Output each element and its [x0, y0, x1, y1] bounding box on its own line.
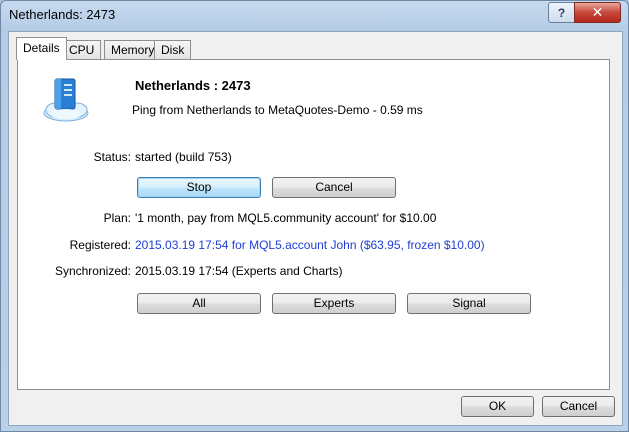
stop-button[interactable]: Stop	[137, 177, 261, 198]
ping-text: Ping from Netherlands to MetaQuotes-Demo…	[132, 103, 423, 117]
registered-value[interactable]: 2015.03.19 17:54 for MQL5.account John (…	[135, 238, 485, 252]
window-title: Netherlands: 2473	[9, 7, 116, 22]
dialog-client: Details CPU Memory Disk Netherlands : 24…	[8, 31, 623, 426]
synchronized-label: Synchronized:	[54, 264, 131, 278]
status-value: started (build 753)	[135, 150, 232, 164]
cancel-subscription-button[interactable]: Cancel	[272, 177, 396, 198]
synchronized-value: 2015.03.19 17:54 (Experts and Charts)	[135, 264, 343, 278]
ok-button[interactable]: OK	[461, 396, 534, 417]
registered-label: Registered:	[69, 238, 131, 252]
sync-signal-button[interactable]: Signal	[407, 293, 531, 314]
tab-memory[interactable]: Memory	[104, 40, 162, 59]
title-bar[interactable]: Netherlands: 2473 ? ✕	[1, 1, 628, 29]
cloud-server-icon	[43, 78, 89, 122]
close-button[interactable]: ✕	[574, 2, 621, 23]
plan-value: '1 month, pay from MQL5.community accoun…	[135, 211, 437, 225]
server-heading: Netherlands : 2473	[135, 78, 251, 93]
sync-all-button[interactable]: All	[137, 293, 261, 314]
sync-experts-button[interactable]: Experts	[272, 293, 396, 314]
cancel-button[interactable]: Cancel	[542, 396, 615, 417]
dialog-window: Netherlands: 2473 ? ✕ Details CPU Memory…	[0, 0, 629, 432]
tab-disk[interactable]: Disk	[154, 40, 192, 59]
tab-cpu[interactable]: CPU	[62, 40, 102, 59]
plan-label: Plan:	[103, 211, 131, 225]
tab-details[interactable]: Details	[16, 37, 67, 60]
details-panel: Netherlands : 2473 Ping from Netherlands…	[17, 59, 610, 390]
help-button[interactable]: ?	[548, 2, 575, 23]
status-label: Status:	[93, 150, 131, 164]
